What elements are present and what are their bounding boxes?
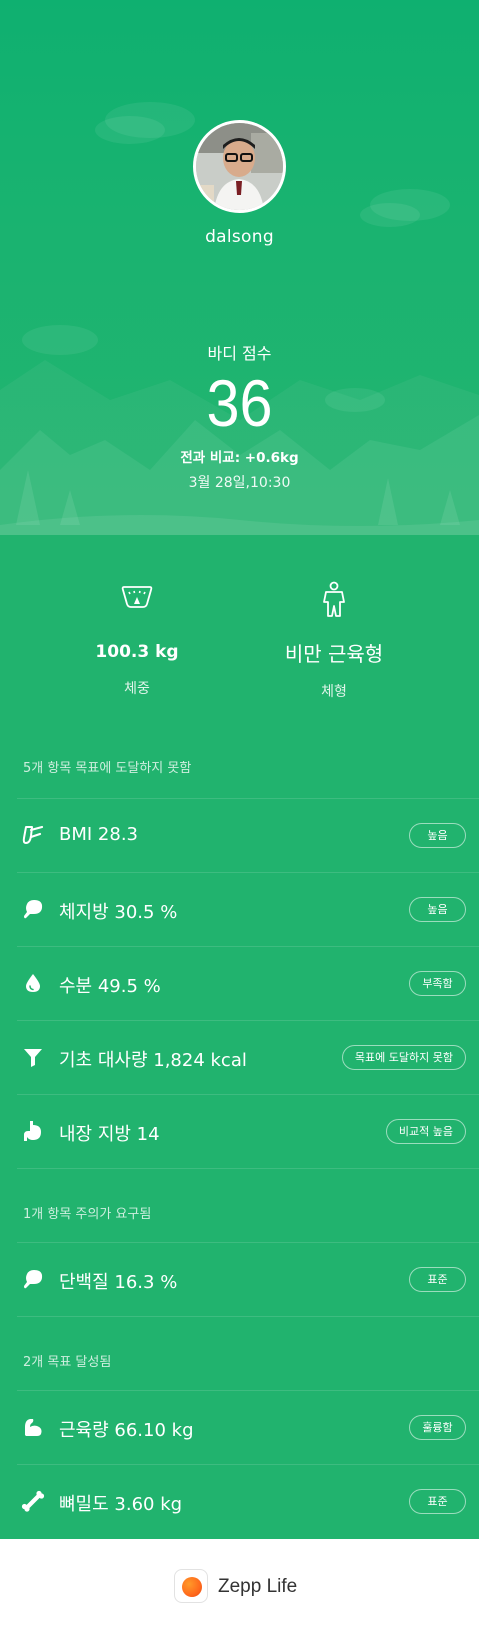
summary-stats: 100.3 kg 체중 비만 근육형 체형 xyxy=(0,580,479,710)
status-badge: 높음 xyxy=(409,823,466,848)
bmi-icon xyxy=(22,825,44,844)
weight-value: 100.3 kg xyxy=(95,642,179,662)
body-score-label: 바디 점수 xyxy=(207,344,272,363)
bone-icon xyxy=(21,1490,45,1512)
username: dalsong xyxy=(205,227,274,247)
section-header-attention: 1개 항목 주의가 요구됨 xyxy=(23,1207,152,1222)
status-badge: 목표에 도달하지 못함 xyxy=(341,1045,466,1070)
zepp-life-logo-icon xyxy=(174,1569,208,1603)
section-header-achieved: 2개 목표 달성됨 xyxy=(23,1355,112,1370)
metric-text: 체지방 30.5 % xyxy=(59,902,178,923)
metric-row-water[interactable]: 수분 49.5 % 부족함 xyxy=(17,946,479,1020)
status-badge: 표준 xyxy=(409,1489,466,1514)
app-footer: Zepp Life xyxy=(0,1539,479,1639)
metric-text: 수분 49.5 % xyxy=(59,976,161,997)
status-badge: 훌륭함 xyxy=(409,1415,466,1440)
measurement-date: 3월 28일,10:30 xyxy=(188,475,291,491)
scale-icon xyxy=(121,586,153,608)
section-header-not-reached: 5개 항목 목표에 도달하지 못함 xyxy=(23,761,192,776)
funnel-icon xyxy=(24,1049,42,1067)
metric-text: 내장 지방 14 xyxy=(59,1124,160,1145)
app-name: Zepp Life xyxy=(218,1576,298,1597)
weight-label: 체중 xyxy=(124,681,150,697)
metric-row-muscle[interactable]: 근육량 66.10 kg 훌륭함 xyxy=(17,1390,479,1464)
water-drop-icon xyxy=(26,974,40,992)
metric-row-bmr[interactable]: 기초 대사량 1,824 kcal 목표에 도달하지 못함 xyxy=(17,1020,479,1094)
metric-row-protein[interactable]: 단백질 16.3 % 표준 xyxy=(17,1242,479,1316)
status-badge: 높음 xyxy=(409,897,466,922)
metric-text: 근육량 66.10 kg xyxy=(59,1420,194,1441)
body-type-label: 체형 xyxy=(321,684,347,700)
body-figure-icon xyxy=(323,581,345,617)
section-divider xyxy=(17,1316,479,1317)
hero-banner: dalsong 바디 점수 36 전과 비교: +0.6kg 3월 28일,10… xyxy=(0,0,479,535)
stomach-icon xyxy=(24,1121,41,1141)
avatar[interactable] xyxy=(193,120,286,213)
protein-icon xyxy=(24,1270,43,1289)
weight-compare: 전과 비교: +0.6kg xyxy=(180,450,299,466)
metric-text: 뼈밀도 3.60 kg xyxy=(59,1494,183,1515)
body-type-stat[interactable]: 비만 근육형 체형 xyxy=(234,580,434,701)
metric-row-bmi[interactable]: BMI 28.3 높음 xyxy=(17,798,479,872)
section-divider xyxy=(17,1168,479,1169)
body-fat-icon xyxy=(24,900,43,919)
muscle-icon xyxy=(25,1419,42,1436)
metric-row-body-fat[interactable]: 체지방 30.5 % 높음 xyxy=(17,872,479,946)
avatar-photo xyxy=(196,123,283,210)
status-badge: 표준 xyxy=(409,1267,466,1292)
metric-text: 기초 대사량 1,824 kcal xyxy=(59,1050,247,1071)
weight-stat[interactable]: 100.3 kg 체중 xyxy=(37,580,237,698)
body-type-value: 비만 근육형 xyxy=(284,642,384,666)
metric-text: 단백질 16.3 % xyxy=(59,1272,178,1293)
metric-row-visceral-fat[interactable]: 내장 지방 14 비교적 높음 xyxy=(17,1094,479,1168)
body-score-value: 36 xyxy=(206,366,273,440)
metric-text: BMI 28.3 xyxy=(59,824,138,845)
status-badge: 비교적 높음 xyxy=(385,1119,466,1144)
metric-row-bone[interactable]: 뼈밀도 3.60 kg 표준 xyxy=(17,1464,479,1538)
status-badge: 부족함 xyxy=(409,971,466,996)
